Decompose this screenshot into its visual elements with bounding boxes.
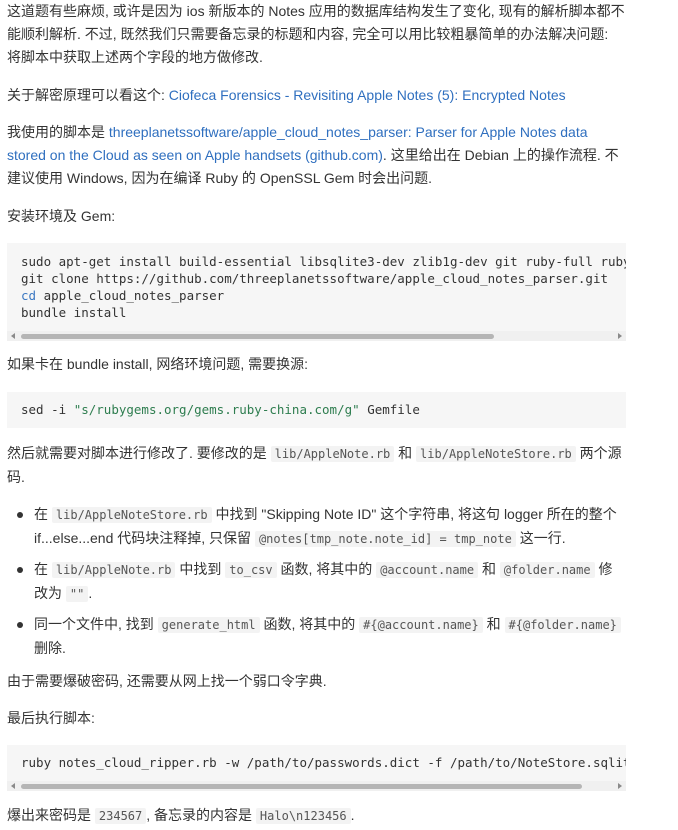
code-line-2: git clone https://github.com/threeplanet… xyxy=(21,271,608,286)
sed-cmd: sed -i xyxy=(21,402,74,417)
install-heading-paragraph: 安装环境及 Gem: xyxy=(7,205,626,228)
list-item: 在 lib/AppleNote.rb 中找到 to_csv 函数, 将其中的 @… xyxy=(7,558,626,606)
script-prefix: 我使用的脚本是 xyxy=(7,124,109,140)
inline-code: @account.name xyxy=(376,562,479,578)
run-paragraph: 最后执行脚本: xyxy=(7,707,626,730)
modify-text-2: 和 xyxy=(394,445,417,461)
sed-code-block[interactable]: sed -i "s/rubygems.org/gems.ruby-china.c… xyxy=(7,392,626,428)
note-content-code: Halo\n123456 xyxy=(255,808,351,824)
inline-code: lib/AppleNote.rb xyxy=(51,562,176,578)
bullet-icon xyxy=(17,567,23,573)
list-text: 删除. xyxy=(34,640,66,656)
install-code: sudo apt-get install build-essential lib… xyxy=(7,243,626,321)
dictionary-text: 由于需要爆破密码, 还需要从网上找一个弱口令字典. xyxy=(7,673,327,689)
modify-text-1: 然后就需要对脚本进行修改了. 要修改的是 xyxy=(7,445,271,461)
script-paragraph: 我使用的脚本是 threeplanetssoftware/apple_cloud… xyxy=(7,121,626,190)
code-line-3-rest: apple_cloud_notes_parser xyxy=(36,288,225,303)
bullet-icon xyxy=(17,622,23,628)
scroll-left-icon[interactable] xyxy=(11,783,15,789)
inline-code: #{@account.name} xyxy=(359,617,483,633)
inline-code: @folder.name xyxy=(499,562,595,578)
inline-code: #{@folder.name} xyxy=(504,617,621,633)
list-text: 在 xyxy=(34,561,52,577)
result-text-1: 爆出来密码是 xyxy=(7,807,95,823)
list-text: 同一个文件中, 找到 xyxy=(34,616,158,632)
list-text: 和 xyxy=(482,616,505,632)
run-code-line: ruby notes_cloud_ripper.rb -w /path/to/p… xyxy=(21,755,626,770)
ciofeca-forensics-link[interactable]: Ciofeca Forensics - Revisiting Apple Not… xyxy=(169,87,566,103)
list-item: 在 lib/AppleNoteStore.rb 中找到 "Skipping No… xyxy=(7,503,626,551)
run-code: ruby notes_cloud_ripper.rb -w /path/to/p… xyxy=(7,745,626,771)
code-line-3-keyword: cd xyxy=(21,288,37,303)
scrollbar-thumb[interactable] xyxy=(21,784,582,789)
sed-rest: Gemfile xyxy=(359,402,420,417)
scroll-right-icon[interactable] xyxy=(618,783,622,789)
list-item: 同一个文件中, 找到 generate_html 函数, 将其中的 #{@acc… xyxy=(7,613,626,660)
list-text: 函数, 将其中的 xyxy=(259,616,360,632)
scroll-right-icon[interactable] xyxy=(618,333,622,339)
inline-code: @notes[tmp_note.note_id] = tmp_note xyxy=(254,531,516,547)
install-heading-text: 安装环境及 Gem: xyxy=(7,208,116,224)
mirror-paragraph: 如果卡在 bundle install, 网络环境问题, 需要换源: xyxy=(7,353,626,376)
inline-code: generate_html xyxy=(157,617,260,633)
modify-paragraph: 然后就需要对脚本进行修改了. 要修改的是 lib/AppleNote.rb 和 … xyxy=(7,442,626,489)
sed-code: sed -i "s/rubygems.org/gems.ruby-china.c… xyxy=(7,392,626,418)
result-text-3: . xyxy=(350,807,355,823)
horizontal-scrollbar[interactable] xyxy=(7,331,626,341)
list-text: . xyxy=(88,585,93,601)
mirror-text: 如果卡在 bundle install, 网络环境问题, 需要换源: xyxy=(7,356,309,372)
inline-code: to_csv xyxy=(225,562,277,578)
principle-prefix: 关于解密原理可以看这个: xyxy=(7,87,169,103)
principle-paragraph: 关于解密原理可以看这个: Ciofeca Forensics - Revisit… xyxy=(7,84,626,107)
password-code: 234567 xyxy=(94,808,147,824)
dictionary-paragraph: 由于需要爆破密码, 还需要从网上找一个弱口令字典. xyxy=(7,670,626,693)
list-text: 函数, 将其中的 xyxy=(276,561,377,577)
inline-code: lib/AppleNoteStore.rb xyxy=(416,446,576,462)
result-paragraph: 爆出来密码是 234567, 备忘录的内容是 Halo\n123456. xyxy=(7,804,626,828)
code-line-4: bundle install xyxy=(21,305,127,320)
list-text: 和 xyxy=(478,561,500,577)
list-text: 在 xyxy=(34,506,52,522)
modification-list: 在 lib/AppleNoteStore.rb 中找到 "Skipping No… xyxy=(7,503,626,660)
sed-string: "s/rubygems.org/gems.ruby-china.com/g" xyxy=(73,402,360,417)
run-code-block[interactable]: ruby notes_cloud_ripper.rb -w /path/to/p… xyxy=(7,745,626,791)
intro-paragraph: 这道题有些麻烦, 或许是因为 ios 新版本的 Notes 应用的数据库结构发生… xyxy=(7,0,626,69)
code-line-1: sudo apt-get install build-essential lib… xyxy=(21,254,626,269)
inline-code: "" xyxy=(65,586,89,602)
horizontal-scrollbar[interactable] xyxy=(7,781,626,791)
inline-code: lib/AppleNoteStore.rb xyxy=(51,507,212,523)
list-text: 这一行. xyxy=(515,530,566,546)
list-text: 中找到 xyxy=(175,561,226,577)
scrollbar-thumb[interactable] xyxy=(21,334,494,339)
inline-code: lib/AppleNote.rb xyxy=(270,446,395,462)
bullet-icon xyxy=(17,512,23,518)
install-code-block[interactable]: sudo apt-get install build-essential lib… xyxy=(7,243,626,341)
scroll-left-icon[interactable] xyxy=(11,333,15,339)
result-text-2: , 备忘录的内容是 xyxy=(146,807,256,823)
run-text: 最后执行脚本: xyxy=(7,710,95,726)
intro-text: 这道题有些麻烦, 或许是因为 ios 新版本的 Notes 应用的数据库结构发生… xyxy=(7,3,625,65)
